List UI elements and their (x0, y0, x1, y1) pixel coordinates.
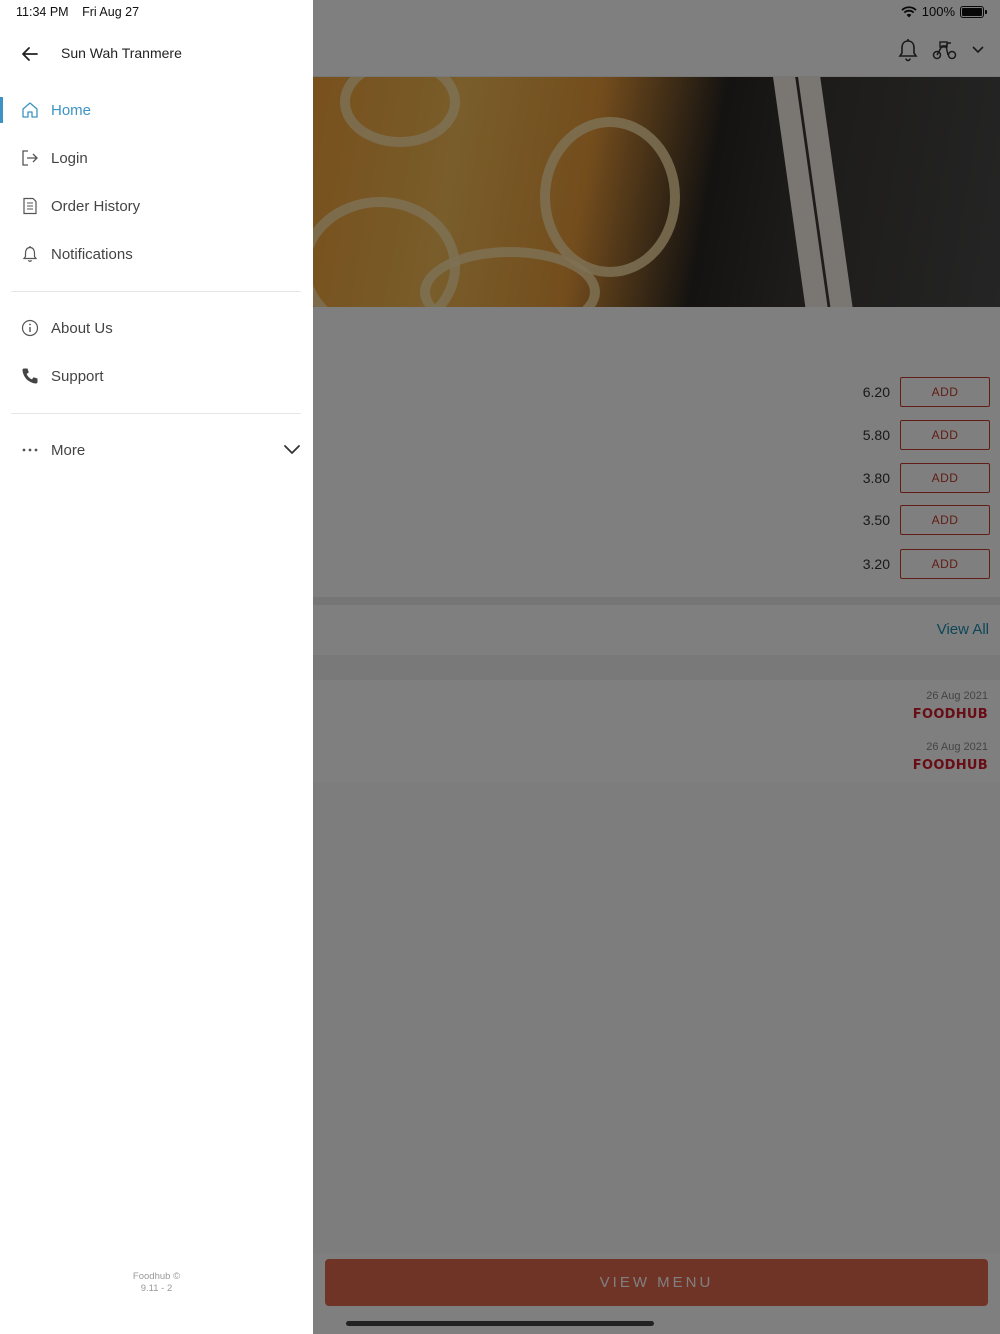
drawer-divider (11, 291, 301, 292)
drawer-footer: Foodhub © 9.11 - 2 (0, 1271, 313, 1295)
menu-item-label: Login (51, 149, 88, 167)
navigation-drawer: 11:34 PM Fri Aug 27 Sun Wah Tranmere Hom… (0, 0, 313, 1334)
status-time-date: 11:34 PM Fri Aug 27 (16, 5, 149, 19)
menu-item-label: Support (51, 367, 104, 385)
drawer-divider (11, 413, 301, 414)
menu-item-label: Home (51, 101, 92, 119)
home-icon (20, 100, 40, 120)
receipt-icon (20, 196, 40, 216)
footer-version: 9.11 - 2 (140, 1283, 173, 1294)
footer-brand: Foodhub © (132, 1271, 181, 1282)
menu-item-order-history[interactable]: Order History (0, 186, 313, 226)
menu-item-label: Order History (51, 197, 141, 215)
menu-item-home[interactable]: Home (0, 90, 313, 130)
drawer-header: Sun Wah Tranmere (0, 34, 313, 74)
info-icon (20, 318, 40, 338)
menu-item-label: Notifications (51, 245, 133, 263)
menu-item-more[interactable]: More (0, 430, 313, 470)
menu-item-login[interactable]: Login (0, 138, 313, 178)
menu-item-label: More (51, 441, 86, 459)
restaurant-name: Sun Wah Tranmere (61, 45, 182, 61)
menu-item-support[interactable]: Support (0, 356, 313, 396)
menu-item-about-us[interactable]: About Us (0, 308, 313, 348)
menu-item-label: About Us (51, 319, 113, 337)
chevron-down-icon[interactable] (283, 441, 301, 459)
status-time: 11:34 PM (16, 5, 69, 19)
ellipsis-icon (20, 440, 40, 460)
menu-item-notifications[interactable]: Notifications (0, 234, 313, 274)
bell-icon (20, 244, 40, 264)
status-date: Fri Aug 27 (82, 5, 140, 19)
arrow-left-icon[interactable] (20, 44, 40, 64)
phone-icon (20, 366, 40, 386)
home-indicator (346, 1321, 654, 1326)
login-icon (20, 148, 40, 168)
